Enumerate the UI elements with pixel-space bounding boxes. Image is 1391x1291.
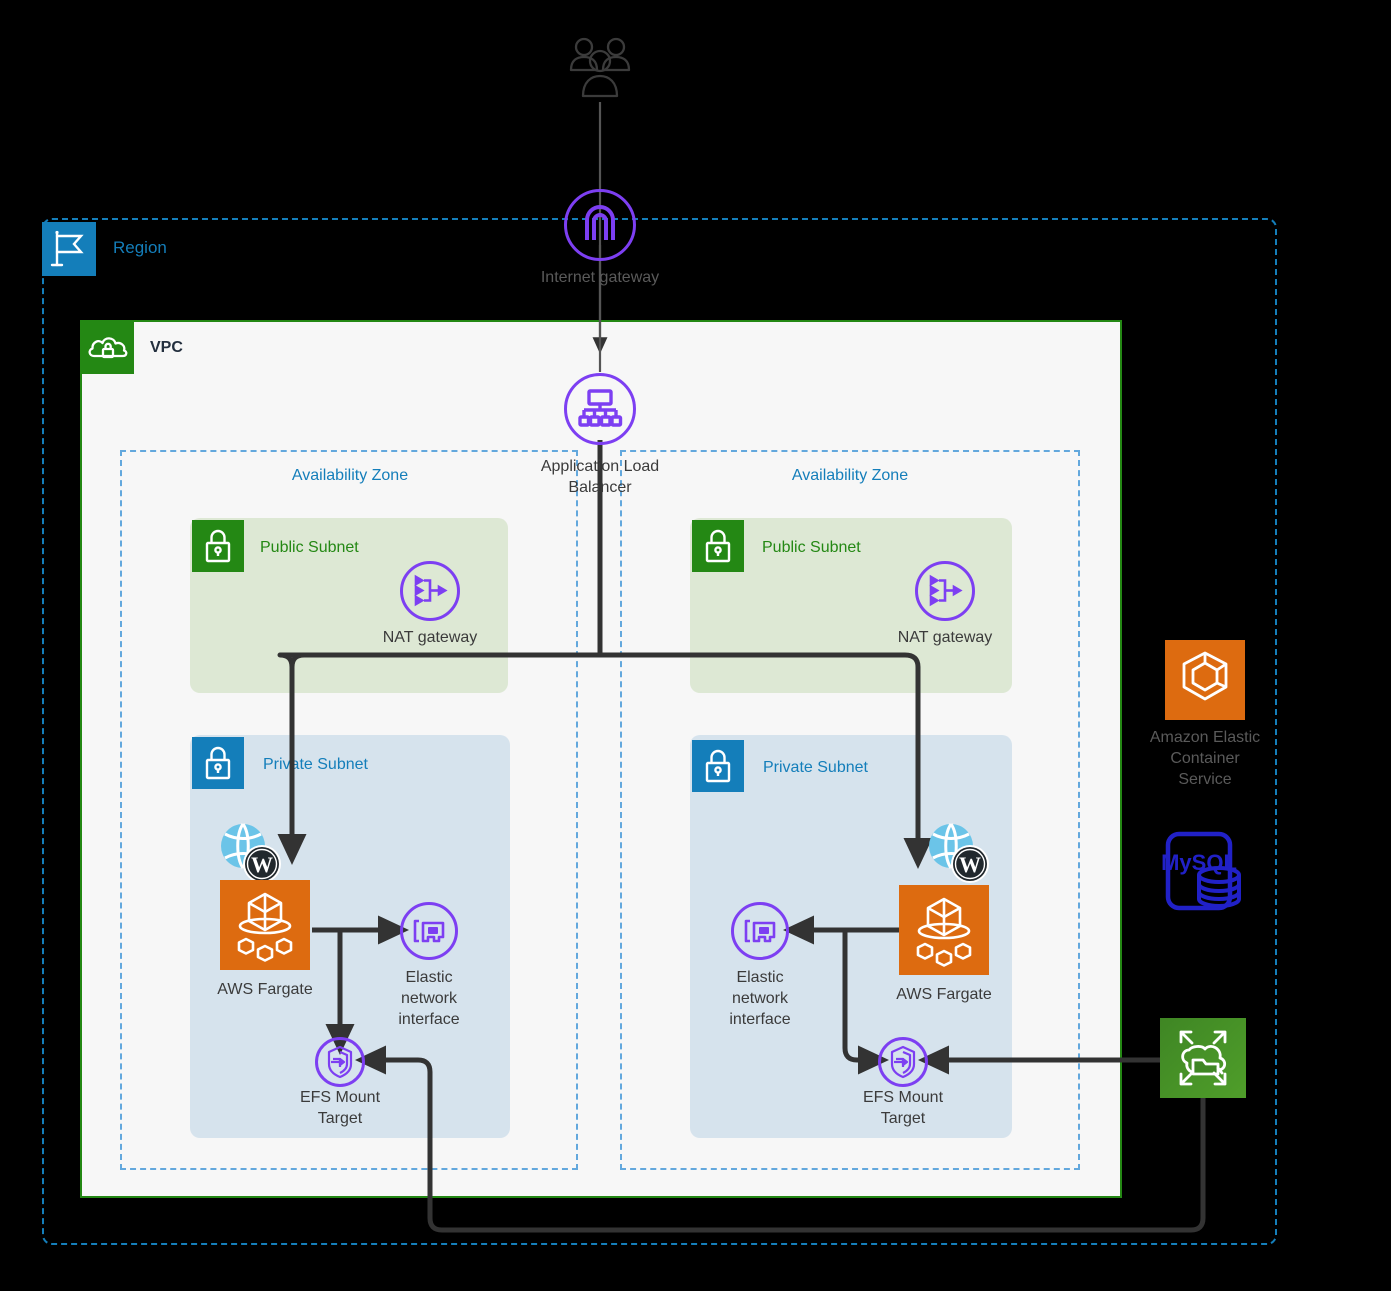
svg-text:W: W <box>251 852 273 877</box>
efs-mt-left-line1: EFS Mount <box>299 1089 381 1106</box>
ecs-label-line3: Service <box>1178 770 1232 788</box>
elastic-network-interface-right-icon <box>731 902 789 960</box>
amazon-elastic-container-service-icon <box>1165 640 1245 720</box>
nat-gateway-left-label: NAT gateway <box>382 629 478 646</box>
application-load-balancer-label: Application Load Balancer <box>500 457 700 499</box>
elastic-network-interface-right-label: Elastic network interface <box>710 968 810 1030</box>
amazon-elastic-container-service-label: Amazon Elastic Container Service <box>1130 728 1280 790</box>
eni-right-line3: interface <box>729 1010 791 1028</box>
ecs-label-line1: Amazon Elastic <box>1149 729 1261 746</box>
elastic-network-interface-left-icon <box>400 902 458 960</box>
wordpress-right-icon: W <box>922 818 994 890</box>
elastic-network-interface-left-label: Elastic network interface <box>379 968 479 1030</box>
aws-fargate-left-label: AWS Fargate <box>217 981 313 998</box>
nat-gateway-right-label: NAT gateway <box>897 629 993 646</box>
internet-gateway-label: Internet gateway <box>540 269 660 286</box>
mysql-icon: MySQL <box>1161 828 1250 914</box>
application-load-balancer-icon <box>564 373 636 445</box>
efs-mt-left-line2: Target <box>317 1109 363 1127</box>
eni-left-line1: Elastic <box>405 969 453 986</box>
efs-mt-right-line2: Target <box>880 1109 926 1127</box>
eni-right-line2: network <box>731 989 789 1007</box>
eni-left-line2: network <box>400 989 458 1007</box>
alb-label-line2: Balancer <box>568 478 632 496</box>
nat-gateway-left-icon <box>400 561 460 621</box>
amazon-efs-icon <box>1160 1018 1246 1098</box>
aws-fargate-right-label: AWS Fargate <box>896 986 992 1003</box>
ecs-label-line2: Container <box>1170 749 1240 767</box>
efs-mt-right-line1: EFS Mount <box>862 1089 944 1106</box>
nat-gateway-right-icon <box>915 561 975 621</box>
svg-text:W: W <box>959 852 981 877</box>
efs-mount-target-right-icon <box>878 1037 928 1087</box>
eni-left-line3: interface <box>398 1010 460 1028</box>
aws-fargate-right-icon <box>899 885 989 975</box>
alb-label-line1: Application Load <box>540 458 660 475</box>
internet-gateway-icon <box>564 189 636 261</box>
efs-mount-target-left-icon <box>315 1037 365 1087</box>
users-icon <box>563 32 637 106</box>
diagram-canvas: Region VPC Availability Zone Availabilit… <box>0 0 1391 1291</box>
aws-fargate-left-icon <box>220 880 310 970</box>
efs-mount-target-right-label: EFS Mount Target <box>828 1088 978 1130</box>
efs-mount-target-left-label: EFS Mount Target <box>265 1088 415 1130</box>
eni-right-line1: Elastic <box>736 969 784 986</box>
